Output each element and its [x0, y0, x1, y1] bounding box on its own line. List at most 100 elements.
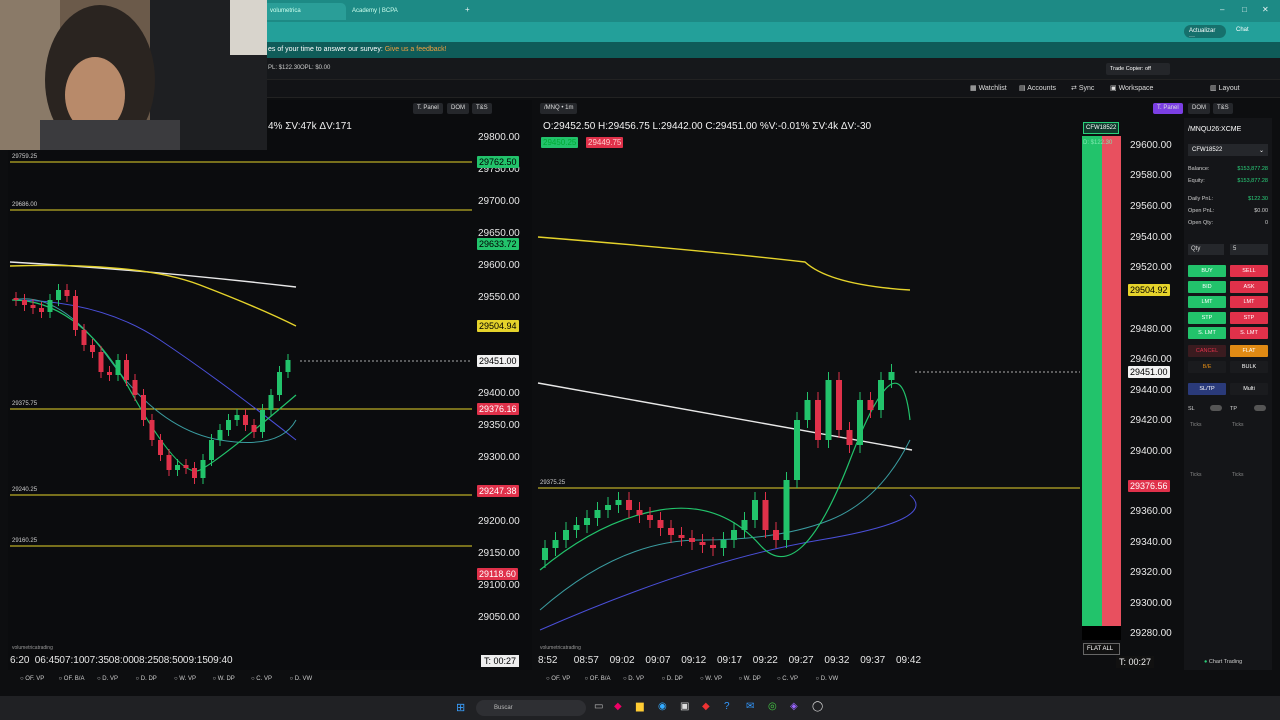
time-axis-label: 8:52 — [538, 655, 558, 666]
buy-order-button[interactable]: LMT — [1188, 296, 1226, 308]
sell-order-button[interactable]: STP — [1230, 311, 1268, 324]
candle-body — [243, 415, 248, 425]
buy-order-button[interactable]: S. LMT — [1188, 327, 1226, 339]
price-axis-label: 29420.00 — [1130, 415, 1172, 426]
indicator-toggle[interactable]: ○ OF. VP — [546, 676, 570, 682]
level-label: 29375.25 — [540, 480, 566, 486]
indicator-toggle[interactable]: ○ W. DP — [213, 676, 235, 682]
bulk-button[interactable]: BULK — [1230, 361, 1268, 373]
account-tag: CFW18522 — [1083, 122, 1120, 134]
ma-line-yellow — [9, 264, 297, 327]
candle-body — [657, 520, 664, 528]
symbol-selector[interactable]: /MNQ • 1m — [540, 103, 578, 114]
mail-icon[interactable]: ✉ — [746, 701, 754, 712]
indicator-toggle[interactable]: ○ D. VW — [290, 676, 313, 682]
last-price-tag: 29451.00 — [477, 355, 519, 367]
ticks-select[interactable]: Ticks — [1232, 472, 1243, 478]
candle-body — [98, 352, 104, 372]
sell-order-button[interactable]: LMT — [1230, 296, 1268, 308]
app-icon[interactable]: ◯ — [812, 701, 823, 712]
breakeven-button[interactable]: B/E — [1188, 361, 1226, 373]
indicator-toggle[interactable]: ○ W. VP — [174, 676, 196, 682]
indicator-toggle[interactable]: ○ C. VP — [777, 676, 798, 682]
buy-order-button[interactable]: BUY — [1188, 265, 1226, 277]
candle-body — [149, 420, 155, 440]
ticks-select[interactable]: Ticks — [1190, 472, 1201, 478]
level-label: 29240.25 — [12, 487, 38, 493]
price-axis-label: 29560.00 — [1130, 201, 1172, 212]
price-axis-label: 29400.00 — [1130, 446, 1172, 457]
account-select[interactable]: CFW18522 ⌄ — [1188, 144, 1268, 156]
price-axis-label: 29200.00 — [478, 516, 520, 527]
sell-order-button[interactable]: ASK — [1230, 280, 1268, 293]
windows-start-icon[interactable]: ⊞ — [456, 701, 465, 714]
sell-order-button[interactable]: SELL — [1230, 265, 1268, 277]
dom-button[interactable]: DOM — [1188, 103, 1210, 114]
qty-input[interactable]: 5 — [1230, 244, 1268, 255]
chrome-icon[interactable]: ◎ — [768, 701, 777, 712]
watermark-logo: volumetricatrading — [12, 645, 53, 651]
taskbar-search[interactable]: Buscar — [476, 700, 586, 716]
app-icon[interactable]: ◆ — [614, 701, 622, 712]
help-icon[interactable]: ? — [724, 701, 730, 712]
edge-icon[interactable]: ◉ — [658, 701, 667, 712]
level-label: 29375.75 — [12, 401, 38, 407]
indicator-toggle[interactable]: ○ OF. VP — [20, 676, 44, 682]
indicator-toggle[interactable]: ○ D. DP — [136, 676, 157, 682]
store-icon[interactable]: ▣ — [680, 701, 689, 712]
time-axis-label: 09:07 — [645, 655, 671, 666]
indicator-toggle[interactable]: ○ D. VP — [623, 676, 644, 682]
candle-body — [13, 298, 19, 300]
candle-body — [39, 308, 44, 312]
candle-body — [594, 510, 601, 518]
price-axis-label: 29800.00 — [478, 132, 520, 143]
trend-line — [537, 382, 913, 451]
indicator-toggle[interactable]: ○ W. VP — [700, 676, 722, 682]
flat-all-button[interactable]: FLAT ALL — [1083, 643, 1120, 655]
qty-select[interactable]: Qty — [1188, 244, 1224, 255]
buy-order-button[interactable]: BID — [1188, 280, 1226, 293]
level-label: 29160.25 — [12, 538, 38, 544]
indicator-toggle[interactable]: ○ D. DP — [662, 676, 683, 682]
cancel-button[interactable]: CANCEL — [1188, 345, 1226, 357]
flat-button[interactable]: FLAT — [1230, 345, 1268, 357]
task-view-icon[interactable]: ▭ — [594, 701, 603, 712]
discord-icon[interactable]: ◈ — [790, 701, 798, 712]
multi-tab[interactable]: Multi — [1230, 383, 1268, 395]
price-axis-label: 29460.00 — [1130, 354, 1172, 365]
sl-toggle[interactable] — [1210, 405, 1222, 411]
candle-body — [668, 528, 674, 535]
sltp-tab[interactable]: SL/TP — [1188, 383, 1226, 395]
price-axis-label: 29600.00 — [478, 260, 520, 271]
candle-body — [710, 545, 716, 548]
price-axis-label: 29480.00 — [1130, 324, 1172, 335]
indicator-toggle[interactable]: ○ OF. B/A — [59, 676, 85, 682]
sell-order-button[interactable]: S. LMT — [1230, 327, 1268, 339]
indicator-toggle[interactable]: ○ D. VP — [97, 676, 118, 682]
tpanel-button[interactable]: T. Panel — [1153, 103, 1183, 114]
indicator-toggle[interactable]: ○ D. VW — [816, 676, 839, 682]
indicator-toggle[interactable]: ○ C. VP — [251, 676, 272, 682]
price-axis-label: 29520.00 — [1130, 262, 1172, 273]
ts-button[interactable]: T&S — [1213, 103, 1233, 114]
time-axis-label: 09:32 — [824, 655, 850, 666]
candle-body — [22, 300, 27, 305]
candle-body — [846, 430, 853, 445]
price-axis-label: 29600.00 — [1130, 140, 1172, 151]
ticks-select[interactable]: Ticks — [1190, 422, 1201, 428]
app-icon[interactable]: ◆ — [702, 701, 710, 712]
candle-body — [615, 500, 622, 505]
ticks-select[interactable]: Ticks — [1232, 422, 1243, 428]
bid-tag[interactable]: 29450.25 — [541, 137, 579, 148]
chart-trading-toggle[interactable]: ● Chart Trading — [1204, 659, 1242, 665]
candle-body — [209, 440, 214, 460]
indicator-toggle[interactable]: ○ OF. B/A — [585, 676, 611, 682]
ask-tag[interactable]: 29449.75 — [586, 137, 624, 148]
tp-toggle[interactable] — [1254, 405, 1266, 411]
indicator-toggle[interactable]: ○ W. DP — [739, 676, 761, 682]
file-explorer-icon[interactable]: ▆ — [636, 701, 644, 712]
buy-order-button[interactable]: STP — [1188, 311, 1226, 324]
candle-body — [183, 465, 189, 468]
candle-body — [699, 542, 706, 545]
candle-body — [689, 538, 695, 542]
